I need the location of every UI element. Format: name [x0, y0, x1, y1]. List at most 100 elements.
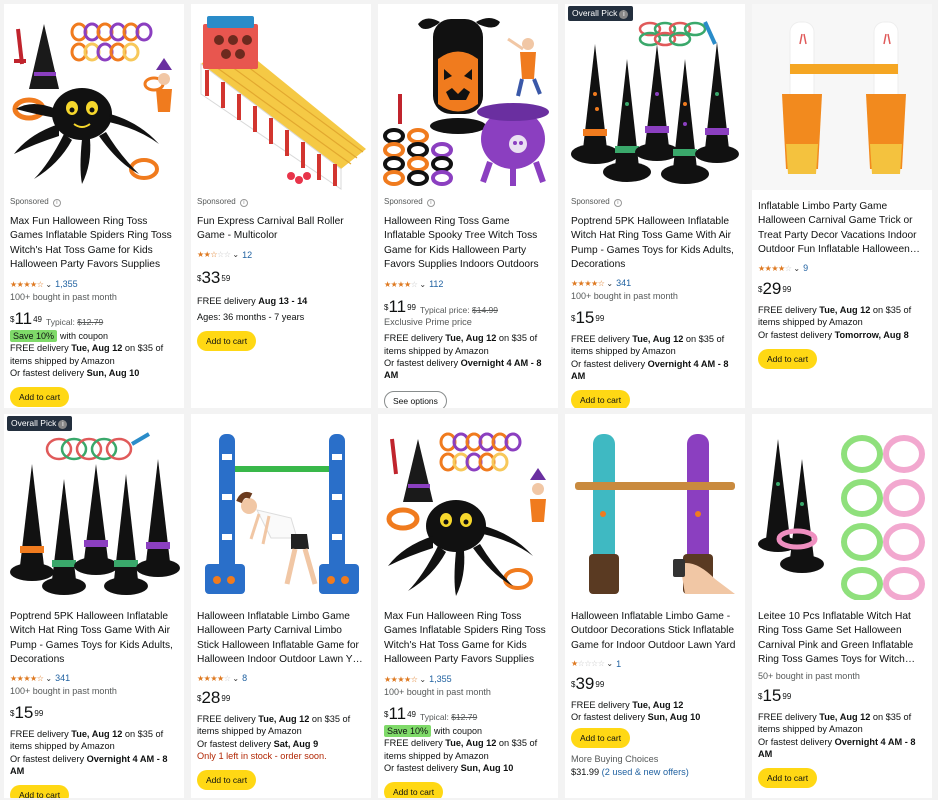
add-to-cart-button[interactable]: Add to cart	[571, 390, 631, 408]
product-price[interactable]: $1149	[384, 705, 416, 723]
add-to-cart-button[interactable]: Add to cart	[571, 728, 631, 749]
product-card[interactable]: Halloween Inflatable Limbo Game - Outdoo…	[565, 414, 745, 798]
product-card[interactable]: Leitee 10 Pcs Inflatable Witch Hat Ring …	[752, 414, 932, 798]
product-price[interactable]: $2999	[758, 280, 791, 298]
star-rating-icon: ★★★★☆	[571, 278, 605, 288]
add-to-cart-button[interactable]: Add to cart	[10, 785, 70, 798]
star-rating-icon: ★★☆☆☆	[197, 250, 231, 260]
product-image[interactable]	[4, 4, 184, 190]
product-price[interactable]: $2899	[197, 689, 230, 707]
info-icon[interactable]: i	[239, 199, 248, 207]
product-price[interactable]: $3999	[571, 674, 604, 693]
product-price[interactable]: $1599	[10, 704, 43, 722]
product-title[interactable]: Halloween Inflatable Limbo Game - Outdoo…	[571, 610, 739, 653]
product-image[interactable]	[191, 4, 371, 190]
product-price[interactable]: $1199	[384, 298, 416, 316]
rating-count[interactable]: 1,355	[55, 279, 78, 289]
delivery-info: FREE delivery Tue, Aug 12 on $35 of item…	[384, 738, 538, 761]
used-offers-link[interactable]: (2 used & new offers)	[602, 767, 689, 777]
product-price[interactable]: $3359	[197, 268, 230, 287]
delivery-info: FREE delivery Tue, Aug 12 on $35 of item…	[758, 712, 912, 735]
add-to-cart-button[interactable]: Add to cart	[10, 387, 70, 408]
chevron-down-icon[interactable]: ⌄	[606, 659, 613, 668]
product-rating[interactable]: ★★☆☆☆ ⌄ 12	[197, 249, 365, 261]
coupon[interactable]: Save 10% with coupon	[10, 330, 178, 342]
rating-count[interactable]: 8	[242, 673, 247, 683]
sponsored-label: Sponsored i	[384, 197, 552, 207]
chevron-down-icon[interactable]: ⌄	[419, 675, 426, 684]
rating-count[interactable]: 12	[242, 250, 252, 260]
coupon[interactable]: Save 10% with coupon	[384, 725, 552, 737]
product-rating[interactable]: ★★★★☆ ⌄ 1,355	[384, 673, 552, 685]
chevron-down-icon[interactable]: ⌄	[45, 280, 52, 289]
add-to-cart-button[interactable]: Add to cart	[197, 331, 257, 352]
overall-pick-badge[interactable]: Overall Pick i	[568, 6, 634, 21]
product-title[interactable]: Poptrend 5PK Halloween Inflatable Witch …	[571, 215, 739, 272]
product-image[interactable]	[752, 4, 932, 190]
prime-price-note: Exclusive Prime price	[384, 317, 472, 327]
add-to-cart-button[interactable]: Add to cart	[384, 782, 444, 798]
product-card[interactable]: Overall Pick i Sponsored i Poptrend 5PK …	[565, 4, 745, 408]
product-rating[interactable]: ★★★★☆ ⌄ 341	[571, 277, 739, 289]
product-rating[interactable]: ★★★★☆ ⌄ 8	[197, 672, 365, 684]
product-image[interactable]: Overall Pick i	[4, 414, 184, 600]
add-to-cart-button[interactable]: Add to cart	[758, 768, 818, 789]
overall-pick-badge[interactable]: Overall Pick i	[7, 416, 73, 431]
add-to-cart-button[interactable]: Add to cart	[197, 770, 257, 791]
product-card[interactable]: Inflatable Limbo Party Game Halloween Ca…	[752, 4, 932, 408]
chevron-down-icon[interactable]: ⌄	[232, 674, 239, 683]
product-price[interactable]: $1149	[10, 310, 42, 328]
rating-count[interactable]: 341	[616, 278, 631, 288]
add-to-cart-button[interactable]: Add to cart	[758, 349, 818, 370]
chevron-down-icon[interactable]: ⌄	[793, 264, 800, 273]
sponsored-label: Sponsored i	[10, 197, 178, 207]
info-icon[interactable]: i	[426, 199, 435, 207]
product-title[interactable]: Halloween Inflatable Limbo Game Hallowee…	[197, 610, 365, 667]
product-title[interactable]: Max Fun Halloween Ring Toss Games Inflat…	[384, 610, 552, 668]
product-rating[interactable]: ★★★★☆ ⌄ 341	[10, 672, 178, 684]
product-image[interactable]	[378, 414, 558, 600]
chevron-down-icon[interactable]: ⌄	[232, 250, 239, 259]
product-image[interactable]	[752, 414, 932, 600]
product-image[interactable]	[565, 414, 745, 600]
product-image[interactable]	[378, 4, 558, 190]
product-rating[interactable]: ★☆☆☆☆ ⌄ 1	[571, 658, 739, 670]
product-title[interactable]: Halloween Ring Toss Game Inflatable Spoo…	[384, 215, 552, 273]
star-rating-icon: ★☆☆☆☆	[571, 659, 605, 669]
product-card[interactable]: Halloween Inflatable Limbo Game Hallowee…	[191, 414, 371, 798]
info-icon[interactable]: i	[52, 199, 61, 207]
product-card[interactable]: Sponsored i Fun Express Carnival Ball Ro…	[191, 4, 371, 408]
chevron-down-icon[interactable]: ⌄	[45, 674, 52, 683]
rating-count[interactable]: 1	[616, 659, 621, 669]
product-title[interactable]: Leitee 10 Pcs Inflatable Witch Hat Ring …	[758, 610, 926, 667]
used-offers[interactable]: $31.99 (2 used & new offers)	[571, 766, 739, 778]
chevron-down-icon[interactable]: ⌄	[419, 280, 426, 289]
product-rating[interactable]: ★★★★☆ ⌄ 9	[758, 262, 926, 274]
rating-count[interactable]: 9	[803, 263, 808, 273]
rating-count[interactable]: 341	[55, 673, 70, 683]
star-rating-icon: ★★★★☆	[10, 673, 44, 683]
product-title[interactable]: Max Fun Halloween Ring Toss Games Inflat…	[10, 215, 178, 273]
product-card[interactable]: Sponsored i Max Fun Halloween Ring Toss …	[4, 4, 184, 408]
see-options-button[interactable]: See options	[384, 391, 447, 408]
typical-price: Typical price: $14.99	[420, 305, 498, 315]
product-card[interactable]: Max Fun Halloween Ring Toss Games Inflat…	[378, 414, 558, 798]
product-price[interactable]: $1599	[758, 687, 791, 705]
product-title[interactable]: Fun Express Carnival Ball Roller Game - …	[197, 215, 365, 244]
bought-past-month: 50+ bought in past month	[758, 671, 860, 682]
product-title[interactable]: Poptrend 5PK Halloween Inflatable Witch …	[10, 610, 178, 667]
product-rating[interactable]: ★★★★☆ ⌄ 112	[384, 278, 552, 290]
rating-count[interactable]: 112	[429, 279, 443, 289]
product-card[interactable]: Overall Pick i Poptrend 5PK Halloween Inf…	[4, 414, 184, 798]
product-image[interactable]: Overall Pick i	[565, 4, 745, 190]
product-rating[interactable]: ★★★★☆ ⌄ 1,355	[10, 278, 178, 290]
chevron-down-icon[interactable]: ⌄	[606, 279, 613, 288]
rating-count[interactable]: 1,355	[429, 674, 452, 684]
coupon-badge: Save 10%	[384, 725, 432, 737]
product-price[interactable]: $1599	[571, 309, 604, 327]
info-icon[interactable]: i	[613, 199, 622, 207]
product-title[interactable]: Inflatable Limbo Party Game Halloween Ca…	[758, 200, 926, 257]
product-card[interactable]: Sponsored i Halloween Ring Toss Game Inf…	[378, 4, 558, 408]
product-image[interactable]	[191, 414, 371, 600]
delivery-info: FREE delivery Tue, Aug 12 on $35 of item…	[384, 333, 538, 356]
